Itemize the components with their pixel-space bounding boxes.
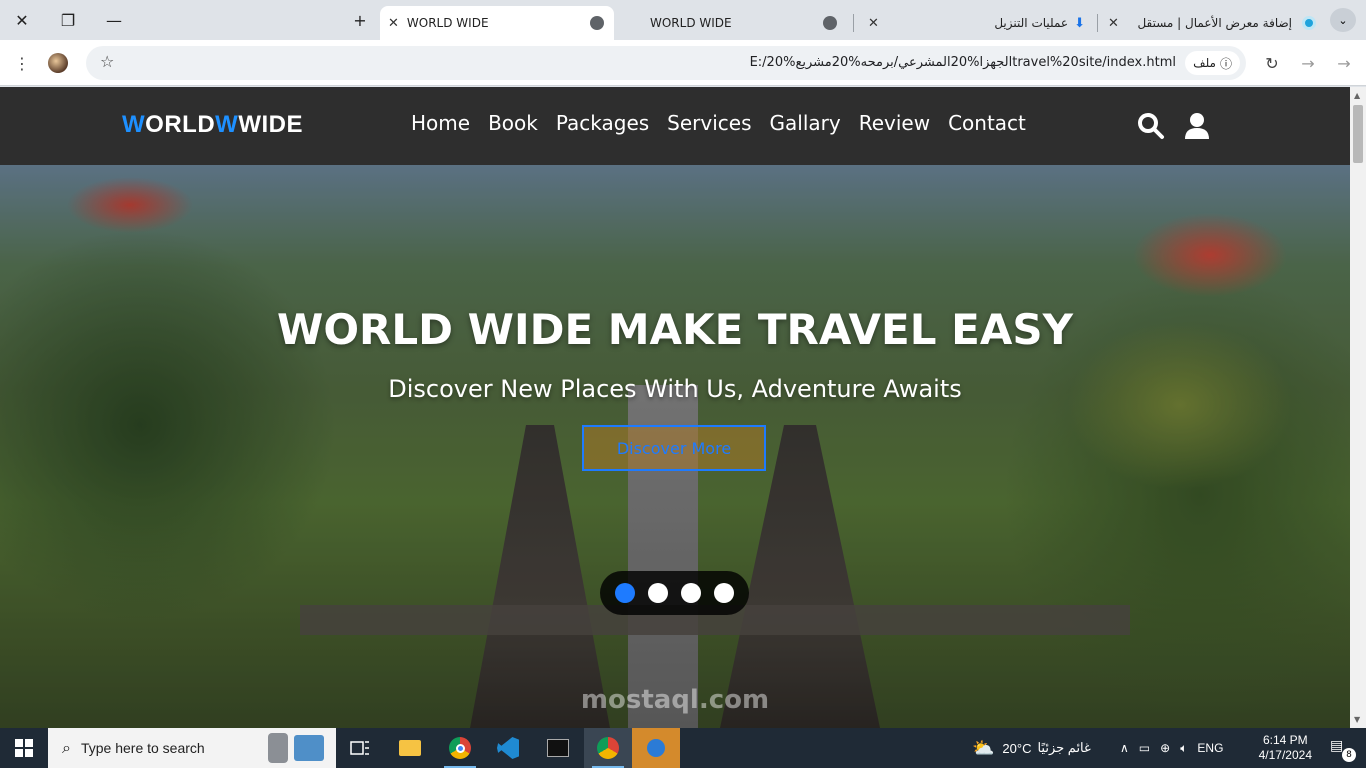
task-view-icon[interactable]: [336, 728, 384, 768]
network-globe-icon[interactable]: ⊕: [1160, 741, 1170, 755]
reload-icon[interactable]: ↻: [1261, 52, 1283, 74]
windows-start-icon[interactable]: [0, 728, 48, 768]
taskbar-search[interactable]: ⌕ Type here to search: [48, 728, 336, 768]
new-tab-button[interactable]: +: [345, 6, 375, 34]
forward-arrow-icon[interactable]: →: [1333, 52, 1355, 74]
nav-gallary[interactable]: Gallary: [770, 111, 841, 135]
meet-now-icon[interactable]: ▭: [1139, 741, 1150, 755]
download-icon: ⬇: [1074, 15, 1085, 31]
slider-dot[interactable]: [648, 583, 668, 603]
hero-title: WORLD WIDE MAKE TRAVEL EASY: [277, 305, 1073, 354]
globe-icon: [590, 16, 604, 30]
site-logo[interactable]: WORLDWWIDE: [122, 111, 303, 139]
slider-dot[interactable]: [615, 583, 635, 603]
page-scrollbar[interactable]: ▲ ▼: [1350, 87, 1366, 728]
logo-letter: W: [215, 111, 239, 138]
chevron-up-icon[interactable]: ∧: [1120, 741, 1129, 755]
logo-text: ORLD: [145, 111, 216, 138]
chip-label: ملف: [1193, 56, 1216, 70]
slider-dot[interactable]: [681, 583, 701, 603]
nav-book[interactable]: Book: [488, 111, 538, 135]
hero-section: WORLD WIDE MAKE TRAVEL EASY Discover New…: [0, 165, 1350, 728]
url-text[interactable]: E:/الجهزا%20المشرعي/برمحه%20مشريع%20trav…: [750, 55, 1176, 70]
hero-subtitle: Discover New Places With Us, Adventure A…: [388, 375, 962, 403]
browser-tab-strip: ✕ ❐ — + ✕ WORLD WIDE WORLD WIDE ✕ عمليات…: [0, 0, 1366, 40]
tab-title: WORLD WIDE: [650, 16, 732, 30]
discover-more-button[interactable]: Discover More: [582, 425, 766, 471]
tab-mostaql[interactable]: ✕ إضافة معرض الأعمال | مستقل: [1100, 6, 1326, 40]
browser-menu-icon[interactable]: ⋮: [11, 52, 33, 74]
profile-avatar[interactable]: [48, 53, 68, 73]
mostaql-favicon-icon: [1302, 16, 1316, 30]
nav-packages[interactable]: Packages: [556, 111, 649, 135]
page-viewport: WORLDWWIDE Home Book Packages Services G…: [0, 87, 1350, 728]
browser-toolbar: ⋮ ☆ E:/الجهزا%20المشرعي/برمحه%20مشريع%20…: [0, 40, 1366, 86]
back-arrow-icon[interactable]: →: [1297, 52, 1319, 74]
tab-world-wide[interactable]: WORLD WIDE: [626, 6, 860, 40]
window-restore-icon[interactable]: ❐: [53, 6, 83, 34]
weather-temp: 20°C: [1002, 740, 1032, 756]
window-minimize-icon[interactable]: —: [99, 6, 129, 34]
weather-desc: غائم جزئيًا: [1037, 740, 1091, 755]
tab-world-wide-active[interactable]: ✕ WORLD WIDE: [380, 6, 614, 40]
system-tray: ∧ ▭ ⊕ 🔈︎ ENG: [1120, 728, 1223, 768]
chrome-active-icon[interactable]: [584, 728, 632, 768]
notification-count: 8: [1342, 748, 1356, 762]
clock-time: 6:14 PM: [1262, 733, 1308, 747]
terminal-icon[interactable]: [534, 728, 582, 768]
search-icon: ⌕: [62, 738, 71, 757]
nav-services[interactable]: Services: [667, 111, 751, 135]
slider-dot[interactable]: [714, 583, 734, 603]
clock-date: 4/17/2024: [1258, 748, 1312, 762]
search-highlight-icon: [268, 733, 326, 763]
search-placeholder: Type here to search: [80, 740, 205, 756]
address-bar[interactable]: ☆ E:/الجهزا%20المشرعي/برمحه%20مشريع%20tr…: [86, 46, 1246, 80]
mostaql-app-icon[interactable]: [632, 728, 680, 768]
search-icon[interactable]: [1136, 111, 1166, 141]
tab-downloads[interactable]: ✕ عمليات التنزيل ⬇: [860, 6, 1104, 40]
volume-icon[interactable]: 🔈︎: [1180, 741, 1187, 756]
notifications-icon[interactable]: ▤ 8: [1330, 738, 1356, 762]
bookmark-star-icon[interactable]: ☆: [100, 52, 114, 71]
tab-search-chevron-icon[interactable]: ⌄: [1330, 8, 1356, 32]
vscode-icon[interactable]: [484, 728, 532, 768]
site-navbar: WORLDWWIDE Home Book Packages Services G…: [0, 87, 1350, 165]
weather-widget[interactable]: ⛅ 20°C غائم جزئيًا: [972, 728, 1091, 768]
close-icon[interactable]: ✕: [868, 16, 879, 31]
close-icon[interactable]: ✕: [388, 16, 399, 31]
taskbar-clock[interactable]: 6:14 PM 4/17/2024: [1259, 733, 1312, 763]
taskbar: ⌕ Type here to search ⛅ 20°C غائم جزئيًا…: [0, 728, 1366, 768]
watermark: mostaql.com: [580, 685, 770, 715]
nav-contact[interactable]: Contact: [948, 111, 1026, 135]
weather-cloud-sun-icon: ⛅: [972, 737, 995, 758]
logo-text: WIDE: [238, 111, 303, 138]
user-icon[interactable]: [1182, 111, 1212, 141]
file-explorer-icon[interactable]: [386, 728, 434, 768]
scrollbar-thumb[interactable]: [1353, 105, 1363, 163]
tab-title: عمليات التنزيل: [994, 16, 1069, 30]
logo-letter: W: [122, 111, 146, 138]
slider-dots: [600, 571, 749, 615]
nav-home[interactable]: Home: [411, 111, 470, 135]
close-icon[interactable]: ✕: [1108, 16, 1119, 31]
language-indicator[interactable]: ENG: [1197, 741, 1223, 755]
window-close-icon[interactable]: ✕: [7, 6, 37, 34]
info-icon: ⓘ: [1219, 56, 1232, 71]
tab-separator: [1097, 14, 1098, 32]
scroll-down-icon[interactable]: ▼: [1354, 715, 1360, 724]
tab-title: WORLD WIDE: [406, 16, 489, 30]
tab-separator: [853, 14, 854, 32]
main-nav: Home Book Packages Services Gallary Revi…: [402, 111, 1035, 135]
scroll-up-icon[interactable]: ▲: [1354, 91, 1360, 100]
globe-icon: [823, 16, 837, 30]
site-info-chip[interactable]: ملف ⓘ: [1185, 51, 1240, 75]
nav-review[interactable]: Review: [859, 111, 930, 135]
tab-title: إضافة معرض الأعمال | مستقل: [1137, 16, 1292, 30]
chrome-icon[interactable]: [436, 728, 484, 768]
